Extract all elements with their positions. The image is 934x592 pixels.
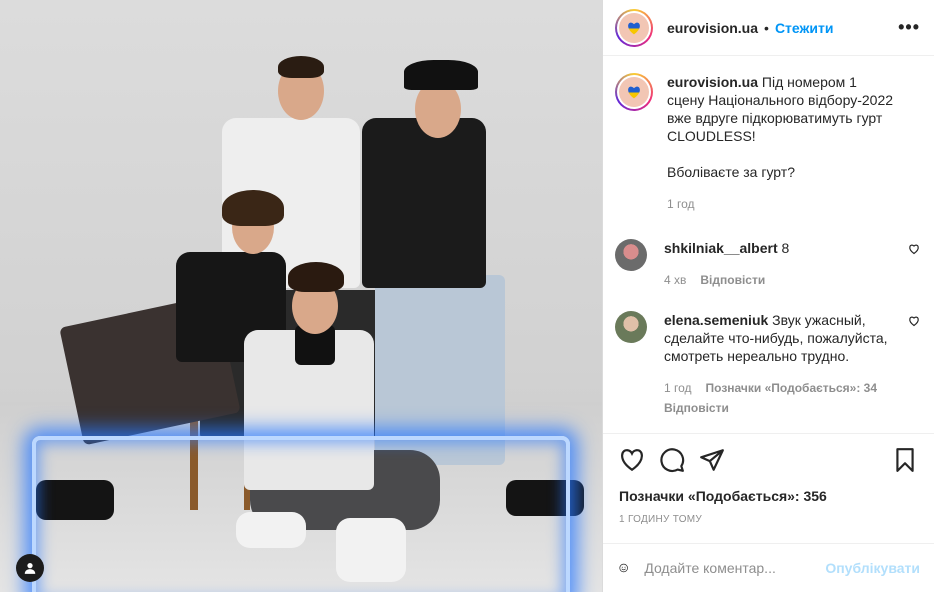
- heart-icon[interactable]: [908, 243, 920, 255]
- caption-username[interactable]: eurovision.ua: [667, 74, 758, 90]
- comment-time[interactable]: 4 хв: [664, 271, 686, 289]
- add-comment-bar: Опублікувати: [603, 543, 934, 592]
- comment-item: elena.semeniuk Звук ужасный, сделайте чт…: [615, 311, 920, 417]
- avatar[interactable]: [615, 8, 653, 47]
- avatar[interactable]: [615, 239, 647, 271]
- likes-count[interactable]: Позначки «Подобається»: 356: [619, 488, 918, 504]
- post-actions: Позначки «Подобається»: 356 1 годину том…: [603, 433, 934, 543]
- avatar[interactable]: [615, 311, 647, 343]
- comment-text: 8: [781, 240, 790, 256]
- separator-dot: •: [764, 19, 769, 36]
- user-tag-icon: [24, 563, 36, 574]
- publish-button[interactable]: Опублікувати: [825, 560, 920, 576]
- smiley-icon[interactable]: [619, 556, 628, 580]
- heart-icon[interactable]: [908, 315, 920, 327]
- bookmark-icon[interactable]: [892, 447, 918, 473]
- follow-button[interactable]: Стежити: [775, 20, 834, 36]
- comments-list[interactable]: eurovision.ua Під номером 1 сцену Націон…: [603, 57, 934, 433]
- reply-button[interactable]: Відповісти: [664, 399, 729, 417]
- user-tag-button[interactable]: [16, 554, 44, 582]
- comment-time[interactable]: 1 год: [664, 379, 692, 397]
- avatar[interactable]: [615, 73, 653, 111]
- heart-logo-icon: [626, 85, 642, 99]
- post-timestamp[interactable]: 1 годину тому: [619, 514, 918, 525]
- comment-likes[interactable]: Позначки «Подобається»: 34: [706, 379, 877, 397]
- comment-item: shkilniak__albert 8 4 хв Відповісти: [615, 239, 920, 289]
- heart-logo-icon: [626, 21, 642, 35]
- comment-username[interactable]: elena.semeniuk: [664, 312, 768, 328]
- comment-username[interactable]: shkilniak__albert: [664, 240, 778, 256]
- reply-button[interactable]: Відповісти: [700, 271, 765, 289]
- post-username[interactable]: eurovision.ua: [667, 20, 758, 36]
- more-options-icon[interactable]: •••: [898, 17, 920, 38]
- paper-plane-icon[interactable]: [699, 447, 725, 473]
- post-header: eurovision.ua • Стежити •••: [603, 0, 934, 56]
- heart-icon[interactable]: [619, 447, 645, 473]
- caption: eurovision.ua Під номером 1 сцену Націон…: [615, 73, 920, 213]
- caption-text-2: Вболіваєте за гурт?: [667, 164, 795, 180]
- post-side-panel: eurovision.ua • Стежити ••• eurovision.u…: [603, 0, 934, 592]
- comment-icon[interactable]: [659, 447, 685, 473]
- comment-input[interactable]: [644, 560, 826, 576]
- highlight-box: [32, 436, 570, 592]
- post-photo[interactable]: [0, 0, 603, 592]
- caption-time: 1 год: [667, 197, 695, 211]
